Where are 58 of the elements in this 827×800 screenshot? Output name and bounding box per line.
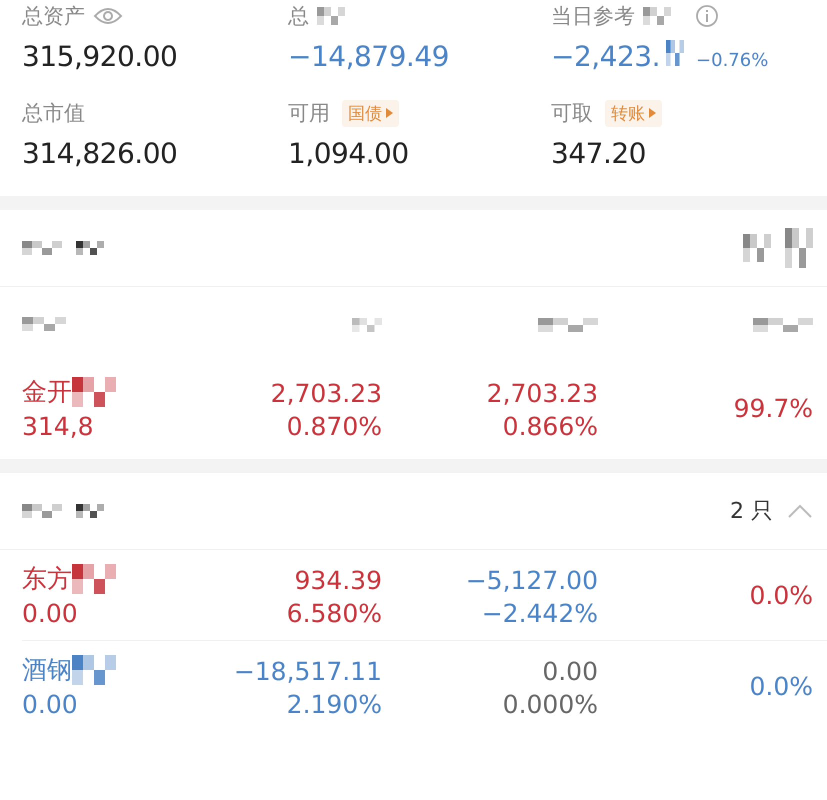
daily-change: 0.000% (502, 690, 598, 719)
daily-change: 2,703.23 (486, 379, 598, 408)
pixelated-redaction (22, 316, 66, 330)
market-value: 0.00 (22, 690, 79, 719)
chevron-up-icon[interactable] (787, 503, 813, 519)
pixelated-redaction (785, 228, 813, 268)
pixelated-redaction (753, 318, 813, 332)
summary-label: 总 (288, 3, 309, 30)
eye-icon[interactable] (93, 6, 123, 26)
stock-name: 酒钢 (22, 654, 72, 686)
profit-value: 6.580% (286, 599, 382, 628)
summary-value: −14,879.49 (288, 40, 449, 73)
summary-value: 1,094.00 (288, 137, 409, 170)
daily-change: 0.00 (542, 657, 598, 686)
pixelated-redaction (22, 241, 62, 255)
pixelated-redaction (743, 234, 771, 262)
summary-label: 可取 (551, 100, 593, 127)
daily-change: −5,127.00 (466, 566, 598, 595)
pixelated-redaction (317, 7, 345, 25)
market-value: 314,8 (22, 412, 95, 441)
pixelated-redaction (643, 7, 671, 25)
triangle-icon (649, 108, 656, 118)
triangle-icon (386, 108, 393, 118)
summary-value: 314,826.00 (22, 137, 178, 170)
profit-value: 2,703.23 (270, 379, 382, 408)
info-icon[interactable] (695, 4, 719, 28)
summary-label: 总市值 (22, 100, 85, 127)
holding-count: 2 只 (730, 498, 773, 526)
position-ratio: 99.7% (734, 394, 813, 422)
daily-change: 0.866% (502, 412, 598, 441)
daily-change: −2.442% (482, 599, 598, 628)
summary-label: 可用 (288, 100, 330, 127)
pixelated-redaction (538, 318, 598, 332)
profit-value: 934.39 (294, 566, 382, 595)
pixelated-redaction (666, 40, 684, 66)
position-ratio: 0.0% (749, 580, 813, 610)
summary-value: −2,423. (551, 40, 660, 73)
tag-link[interactable]: 转账 (605, 100, 662, 126)
change-percent: −0.76% (696, 50, 768, 71)
stock-name: 东方 (22, 563, 72, 595)
pixelated-redaction (22, 504, 62, 518)
position-ratio: 0.0% (749, 672, 813, 700)
tag-link[interactable]: 国债 (342, 100, 399, 126)
summary-value: 347.20 (551, 137, 646, 170)
summary-value: 315,920.00 (22, 40, 178, 73)
profit-value: 0.870% (286, 412, 382, 441)
profit-value: 2.190% (286, 690, 382, 719)
stock-name: 金开 (22, 376, 72, 408)
summary-label: 当日参考 (551, 3, 635, 30)
pixelated-redaction (72, 564, 116, 594)
profit-value: −18,517.11 (234, 657, 382, 686)
pixelated-redaction (72, 654, 116, 684)
pixelated-redaction (352, 318, 382, 332)
market-value: 0.00 (22, 599, 79, 628)
pixelated-redaction (72, 376, 116, 406)
pixelated-redaction (76, 241, 104, 255)
pixelated-redaction (76, 504, 104, 518)
summary-label: 总资产 (22, 3, 85, 30)
